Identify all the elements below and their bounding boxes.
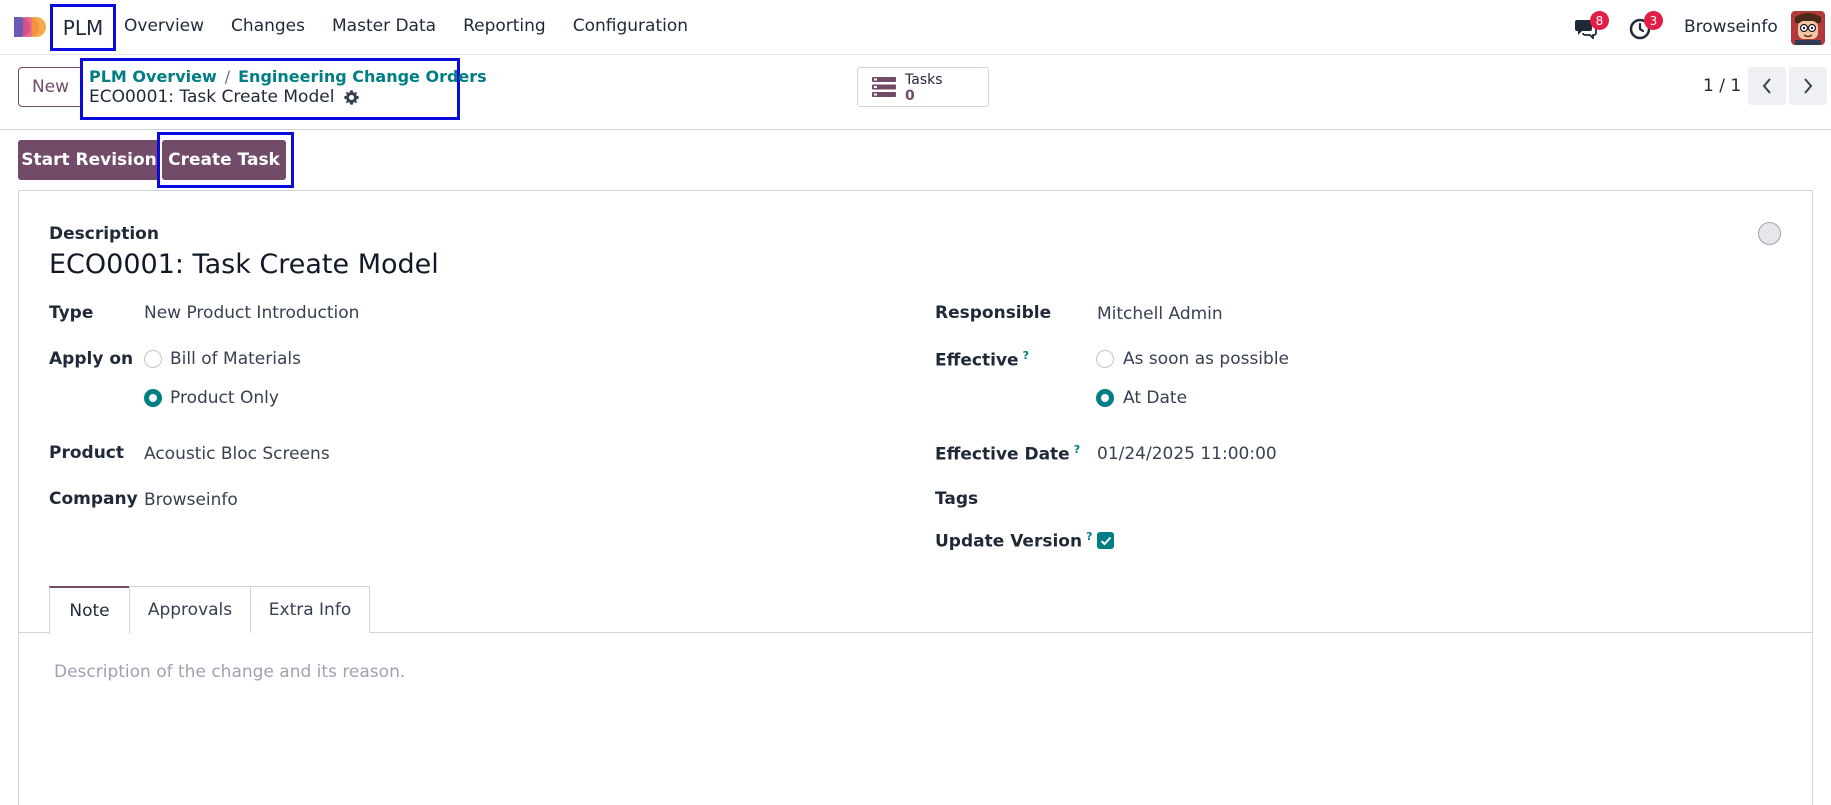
tab-extra-info[interactable]: Extra Info <box>250 586 370 633</box>
tab-note[interactable]: Note <box>49 586 130 634</box>
radio-product-only[interactable] <box>144 389 162 407</box>
tab-approvals[interactable]: Approvals <box>129 586 251 633</box>
responsible-field[interactable]: Mitchell Admin <box>1097 304 1223 324</box>
menu-changes[interactable]: Changes <box>231 16 305 36</box>
record-title: ECO0001: Task Create Model <box>89 87 335 107</box>
tasks-label: Tasks <box>905 72 943 88</box>
product-label: Product <box>49 443 124 463</box>
effective-date-help-icon[interactable]: ? <box>1074 443 1080 456</box>
radio-as-soon-as-possible[interactable] <box>1096 350 1114 368</box>
effective-date-label-text: Effective Date <box>935 444 1070 465</box>
form-sheet <box>18 190 1813 805</box>
radio-as-soon-as-possible-label[interactable]: As soon as possible <box>1123 349 1289 369</box>
main-menu: Overview Changes Master Data Reporting C… <box>124 16 715 36</box>
breadcrumb: PLM Overview / Engineering Change Orders <box>89 67 487 86</box>
create-task-button[interactable]: Create Task <box>162 140 286 180</box>
effective-label: Effective? <box>935 349 1029 371</box>
type-field[interactable]: New Product Introduction <box>144 303 359 323</box>
priority-status-toggle[interactable] <box>1758 222 1781 245</box>
company-label: Company <box>49 489 138 509</box>
breadcrumb-engineering-change-orders[interactable]: Engineering Change Orders <box>238 67 487 86</box>
update-version-checkbox[interactable] <box>1097 532 1114 549</box>
update-version-label: Update Version? <box>935 530 1092 552</box>
update-version-label-text: Update Version <box>935 531 1083 552</box>
radio-product-only-label[interactable]: Product Only <box>170 388 279 408</box>
effective-help-icon[interactable]: ? <box>1023 349 1029 362</box>
effective-label-text: Effective <box>935 350 1019 371</box>
responsible-label: Responsible <box>935 303 1052 323</box>
chat-badge: 8 <box>1590 11 1609 30</box>
type-label: Type <box>49 303 94 323</box>
chevron-left-icon <box>1762 78 1771 94</box>
update-version-help-icon[interactable]: ? <box>1086 530 1092 543</box>
start-revision-button[interactable]: Start Revision <box>18 140 160 180</box>
radio-at-date[interactable] <box>1096 389 1114 407</box>
breadcrumb-separator: / <box>224 67 231 86</box>
app-name[interactable]: PLM <box>50 4 116 51</box>
effective-date-field[interactable]: 01/24/2025 11:00:00 <box>1097 444 1277 464</box>
chevron-right-icon <box>1804 78 1813 94</box>
effective-date-label: Effective Date? <box>935 443 1080 465</box>
breadcrumb-highlight: PLM Overview / Engineering Change Orders E… <box>80 58 487 120</box>
top-navbar: PLM Overview Changes Master Data Reporti… <box>0 0 1831 55</box>
pager-next-button[interactable] <box>1789 67 1827 105</box>
tasks-smart-button[interactable]: Tasks 0 <box>857 67 989 107</box>
menu-configuration[interactable]: Configuration <box>573 16 688 36</box>
record-title-row: ECO0001: Task Create Model <box>89 87 360 107</box>
company-switcher[interactable]: Browseinfo <box>1684 17 1778 37</box>
description-field[interactable]: ECO0001: Task Create Model <box>49 249 439 280</box>
tags-label: Tags <box>935 489 979 509</box>
radio-bill-of-materials-label[interactable]: Bill of Materials <box>170 349 301 369</box>
checkmark-icon <box>1100 536 1111 545</box>
menu-reporting[interactable]: Reporting <box>463 16 546 36</box>
radio-bill-of-materials[interactable] <box>144 350 162 368</box>
user-avatar[interactable] <box>1791 11 1825 45</box>
menu-overview[interactable]: Overview <box>124 16 204 36</box>
gear-icon[interactable] <box>343 89 360 106</box>
breadcrumb-plm-overview[interactable]: PLM Overview <box>89 67 217 86</box>
activity-badge: 3 <box>1644 11 1663 30</box>
control-panel: New PLM Overview / Engineering Change Orde… <box>0 55 1831 130</box>
new-button[interactable]: New <box>18 67 83 107</box>
description-label: Description <box>49 224 159 244</box>
pager-value[interactable]: 1 / 1 <box>1703 76 1741 96</box>
tasks-icon <box>872 77 896 97</box>
company-field[interactable]: Browseinfo <box>144 490 238 510</box>
note-editor[interactable]: Description of the change and its reason… <box>54 662 405 682</box>
radio-at-date-label[interactable]: At Date <box>1123 388 1187 408</box>
product-field[interactable]: Acoustic Bloc Screens <box>144 444 330 464</box>
apply-on-label: Apply on <box>49 349 134 369</box>
menu-master-data[interactable]: Master Data <box>332 16 436 36</box>
app-logo-icon[interactable] <box>12 15 48 39</box>
tasks-count: 0 <box>905 88 915 104</box>
pager-previous-button[interactable] <box>1748 67 1786 105</box>
